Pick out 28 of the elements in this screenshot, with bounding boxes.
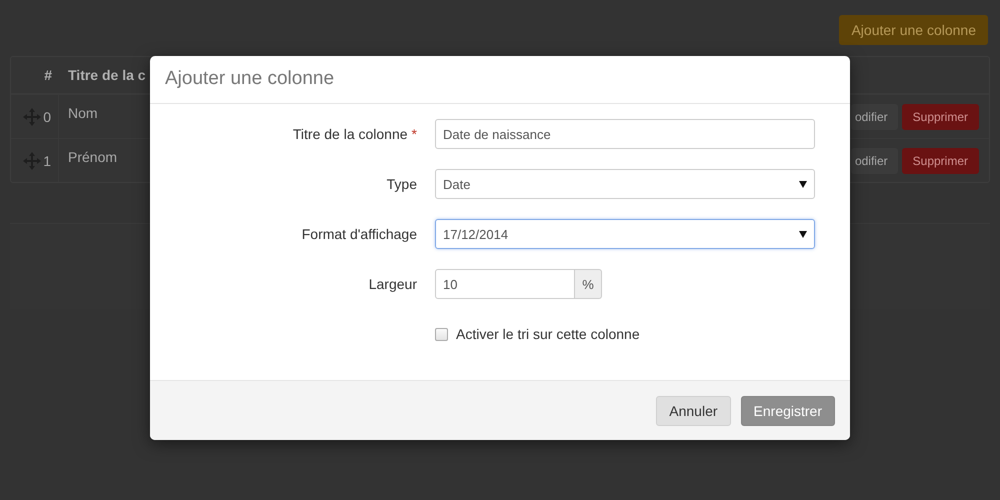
checkbox[interactable] (435, 328, 448, 340)
caret-icon (799, 180, 807, 188)
required-mark: * (412, 126, 417, 142)
modal-title: Ajouter une colonne (165, 68, 334, 89)
checkbox-label: Activer le tri sur cette colonne (456, 326, 640, 342)
cancel-button[interactable]: Annuler (656, 396, 731, 426)
column-header: # (43, 67, 53, 83)
field-label: Largeur (368, 276, 417, 292)
delete-button[interactable]: Supprimer (902, 104, 979, 130)
row-index: 1 (43, 152, 51, 168)
table-cell-text: Prénom (67, 148, 118, 165)
edit-button[interactable]: odifier (850, 104, 898, 130)
column-header: Titre de la c (67, 67, 146, 83)
input-field[interactable]: 10 (435, 269, 575, 299)
add-column-button[interactable]: Ajouter une colonne (839, 15, 988, 45)
select-field[interactable]: 17/12/2014 (435, 219, 815, 249)
select-field[interactable]: Date (435, 169, 815, 199)
caret-icon (799, 230, 807, 238)
input-field[interactable]: Date de naissance (435, 119, 815, 149)
edit-button[interactable]: odifier (850, 148, 898, 174)
delete-button[interactable]: Supprimer (902, 148, 979, 174)
row-index: 0 (43, 108, 51, 124)
field-label: Type (386, 176, 417, 192)
field-label: Titre de la colonne (292, 126, 408, 142)
field-label: Format d'affichage (302, 226, 417, 242)
table-cell-text: Nom (67, 104, 99, 121)
percent-addon: % (575, 269, 602, 299)
save-button[interactable]: Enregistrer (740, 396, 835, 426)
